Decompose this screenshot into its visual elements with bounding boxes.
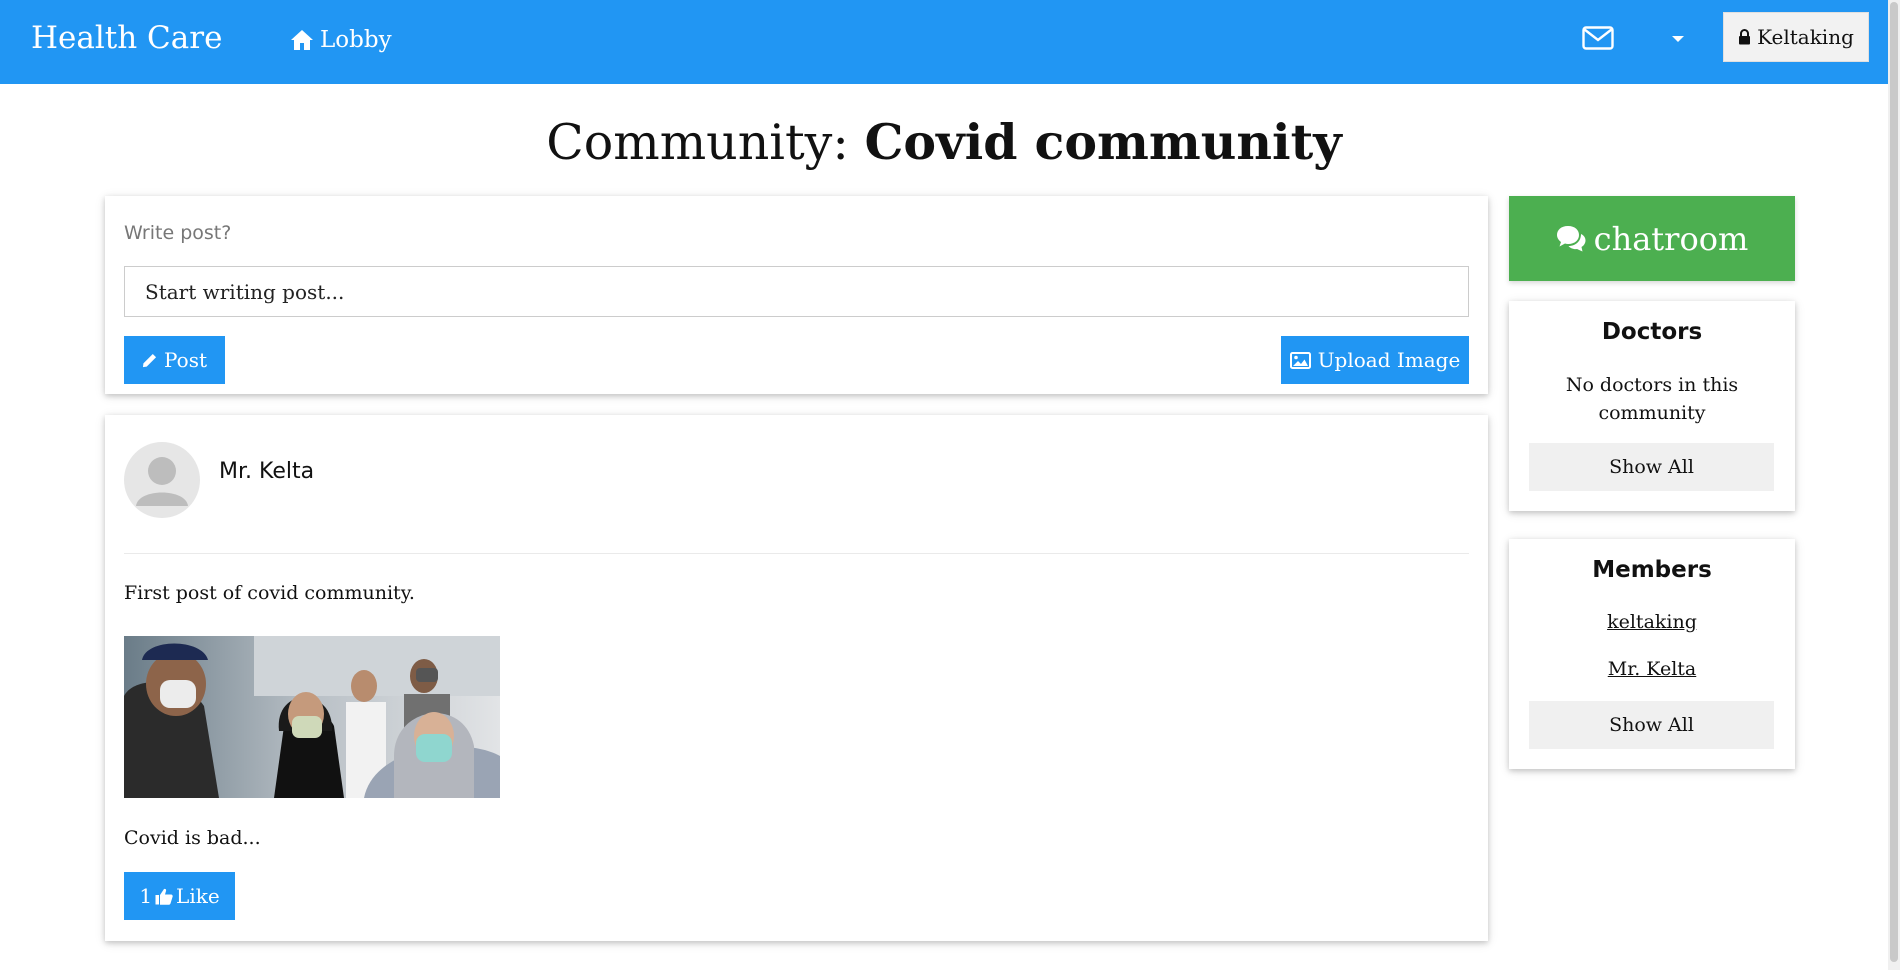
caret-down-icon[interactable] <box>1669 30 1687 48</box>
envelope-icon[interactable] <box>1582 26 1614 50</box>
doctors-heading: Doctors <box>1601 319 1703 345</box>
doctors-show-all-button[interactable]: Show All <box>1529 443 1774 491</box>
members-card: Members keltaking Mr. Kelta Show All <box>1509 539 1795 769</box>
user-menu-button[interactable]: Keltaking <box>1723 12 1869 62</box>
like-label: Like <box>176 884 220 908</box>
lock-icon <box>1739 29 1751 45</box>
post-input[interactable] <box>124 266 1469 317</box>
member-link[interactable]: keltaking <box>1509 611 1795 633</box>
post-button-label: Post <box>164 348 207 372</box>
page-scrollbar[interactable] <box>1888 0 1900 970</box>
upload-image-button[interactable]: Upload Image <box>1281 336 1469 384</box>
title-prefix: Community: <box>546 114 865 171</box>
nav-lobby-link[interactable]: Lobby <box>290 24 392 56</box>
post-text: First post of covid community. <box>124 582 415 604</box>
chatroom-button[interactable]: chatroom <box>1509 196 1795 281</box>
members-heading: Members <box>1592 557 1712 583</box>
nav-lobby-label: Lobby <box>320 27 392 53</box>
post-caption: Covid is bad... <box>124 827 261 849</box>
composer-label: Write post? <box>124 222 232 244</box>
image-icon <box>1289 351 1311 369</box>
post-button[interactable]: Post <box>124 336 225 384</box>
chatroom-label: chatroom <box>1593 219 1749 258</box>
upload-button-label: Upload Image <box>1317 348 1461 372</box>
post-author[interactable]: Mr. Kelta <box>219 459 314 484</box>
divider <box>124 553 1469 554</box>
post-image[interactable] <box>124 636 500 798</box>
avatar[interactable] <box>124 442 200 518</box>
page-title: Community: Covid community <box>0 112 1888 173</box>
home-icon <box>291 30 313 50</box>
thumbs-up-icon <box>155 888 173 905</box>
like-count: 1 <box>139 884 153 908</box>
post-composer-card: Write post? Post Upload Image <box>105 196 1488 394</box>
post-card: Mr. Kelta First post of covid community.… <box>105 415 1488 941</box>
scrollbar-thumb[interactable] <box>1890 2 1898 962</box>
community-name: Covid community <box>864 113 1342 171</box>
members-show-all-button[interactable]: Show All <box>1529 701 1774 749</box>
like-button[interactable]: 1 Like <box>124 872 235 920</box>
doctors-card: Doctors No doctors in this community Sho… <box>1509 301 1795 511</box>
pencil-icon <box>142 353 157 367</box>
no-doctors-text: No doctors in this community <box>1565 374 1739 424</box>
comments-icon <box>1556 226 1586 252</box>
top-navbar: Health Care Lobby Keltaking <box>0 0 1888 84</box>
brand-logo[interactable]: Health Care <box>31 18 222 58</box>
member-link[interactable]: Mr. Kelta <box>1509 658 1795 680</box>
user-placeholder-icon <box>136 457 188 506</box>
user-name: Keltaking <box>1757 25 1854 49</box>
